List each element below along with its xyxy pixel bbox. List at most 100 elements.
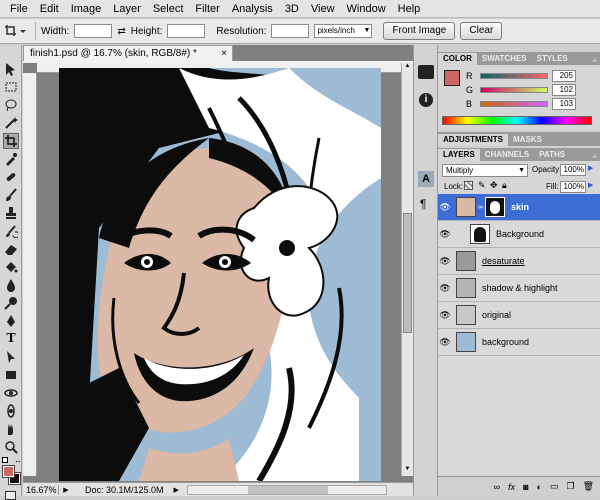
lock-transparency-icon[interactable] [464,181,473,190]
layers-panel-menu-icon[interactable]: ≡ [592,152,600,161]
layer-original[interactable]: 👁︎ original [438,302,600,329]
swap-colors-icon[interactable]: ↔ [14,456,22,465]
lock-position-icon[interactable]: ✥ [490,180,498,191]
horizontal-scroll-thumb[interactable] [247,485,328,494]
menu-window[interactable]: Window [341,0,392,18]
resolution-input[interactable] [271,24,310,38]
menu-edit[interactable]: Edit [34,0,65,18]
document-tab[interactable]: finish1.psd @ 16.7% (skin, RGB/8#) * × [23,45,233,61]
path-selection-tool-icon[interactable] [3,349,19,365]
swap-dimensions-icon[interactable]: ⇄ [117,26,125,37]
history-brush-tool-icon[interactable] [3,223,19,239]
opacity-input[interactable]: 100% [560,164,586,176]
tab-color[interactable]: COLOR [438,53,477,65]
clone-stamp-tool-icon[interactable] [3,205,19,221]
red-value-input[interactable]: 205 [552,69,576,82]
visibility-eye-icon[interactable]: 👁︎ [438,283,452,294]
zoom-level[interactable]: 16.67% [23,484,59,495]
tab-masks[interactable]: MASKS [508,134,547,146]
character-panel-icon[interactable]: A [418,171,434,187]
link-icon[interactable]: ∞ [478,204,483,211]
paragraph-panel-icon[interactable]: ¶ [420,197,426,211]
units-select[interactable]: pixels/inch ▼ [314,24,373,38]
tab-layers[interactable]: LAYERS [438,149,480,161]
menu-layer[interactable]: Layer [107,0,147,18]
status-menu-icon[interactable]: ▶ [59,486,73,494]
hand-tool-icon[interactable] [3,421,19,437]
lock-pixels-icon[interactable]: ✎ [478,180,486,191]
healing-brush-tool-icon[interactable] [3,169,19,185]
visibility-eye-icon[interactable]: 👁︎ [438,310,452,321]
vertical-scrollbar[interactable]: ▲ ▼ [401,63,413,476]
visibility-eye-icon[interactable]: 👁︎ [438,256,452,267]
layer-background-copy[interactable]: 👁︎ Background [438,221,600,248]
zoom-tool-icon[interactable] [3,439,19,455]
menu-view[interactable]: View [305,0,341,18]
width-input[interactable] [74,24,113,38]
move-tool-icon[interactable] [3,61,19,77]
crop-tool-preset-icon[interactable] [4,22,30,40]
foreground-color-swatch[interactable] [2,465,15,478]
paint-bucket-tool-icon[interactable] [3,259,19,275]
scroll-up-icon[interactable]: ▲ [402,63,413,73]
blue-slider[interactable] [480,100,548,107]
layer-style-icon[interactable]: fx [508,482,515,492]
add-mask-icon[interactable]: ◙ [523,482,528,492]
fill-input[interactable]: 100% [560,181,586,193]
tab-channels[interactable]: CHANNELS [480,149,534,161]
layer-background[interactable]: 👁︎ background [438,329,600,356]
tab-paths[interactable]: PATHS [534,149,570,161]
type-tool-icon[interactable]: T [3,331,19,347]
vertical-ruler[interactable] [23,73,37,476]
scroll-down-icon[interactable]: ▼ [402,466,413,476]
menu-3d[interactable]: 3D [279,0,305,18]
red-slider[interactable] [480,72,548,79]
default-colors-icon[interactable] [2,457,8,463]
layer-skin[interactable]: 👁︎ ∞ skin [438,194,600,221]
adjustment-layer-icon[interactable]: ◐ [537,482,542,492]
menu-analysis[interactable]: Analysis [226,0,279,18]
visibility-eye-icon[interactable]: 👁︎ [438,337,452,348]
dodge-tool-icon[interactable] [3,295,19,311]
delete-layer-icon[interactable]: 🗑︎ [583,481,594,492]
tab-styles[interactable]: STYLES [532,53,573,65]
scroll-thumb[interactable] [403,213,412,333]
new-layer-icon[interactable]: ❐ [566,481,574,492]
menu-help[interactable]: Help [392,0,427,18]
blur-tool-icon[interactable] [3,277,19,293]
tab-adjustments[interactable]: ADJUSTMENTS [438,134,509,146]
horizontal-scrollbar[interactable] [186,484,387,495]
pen-tool-icon[interactable] [3,313,19,329]
image-canvas[interactable] [59,68,381,481]
green-slider[interactable] [480,86,548,93]
layer-shadow-highlight[interactable]: 👁︎ shadow & highlight [438,275,600,302]
eyedropper-tool-icon[interactable] [3,151,19,167]
menu-select[interactable]: Select [147,0,190,18]
info-panel-icon[interactable]: i [419,93,433,107]
crop-tool-icon[interactable] [3,133,19,149]
height-input[interactable] [167,24,206,38]
color-spectrum-bar[interactable] [442,116,592,125]
lock-all-icon[interactable]: 🔒︎ [502,180,507,191]
history-panel-icon[interactable] [418,65,434,79]
link-layers-icon[interactable]: ∞ [494,482,500,492]
close-tab-icon[interactable]: × [221,46,227,61]
panel-menu-icon[interactable]: ≡ [592,56,600,65]
magic-wand-tool-icon[interactable] [3,115,19,131]
color-panel-fg-swatch[interactable] [444,70,460,86]
new-group-icon[interactable]: ▭ [550,481,559,492]
fill-arrow-icon[interactable]: ▶ [588,181,593,189]
marquee-tool-icon[interactable] [3,79,19,95]
lasso-tool-icon[interactable] [3,97,19,113]
status-expand-icon[interactable]: ▶ [174,486,179,494]
visibility-eye-icon[interactable]: 👁︎ [438,202,452,213]
rectangle-tool-icon[interactable] [3,367,19,383]
blend-mode-select[interactable]: Multiply ▼ [442,164,528,177]
menu-filter[interactable]: Filter [189,0,225,18]
tab-swatches[interactable]: SWATCHES [477,53,532,65]
visibility-eye-icon[interactable]: 👁︎ [438,229,452,240]
3d-orbit-tool-icon[interactable] [3,403,19,419]
eraser-tool-icon[interactable] [3,241,19,257]
clear-button[interactable]: Clear [460,22,503,40]
blue-value-input[interactable]: 103 [552,97,576,110]
